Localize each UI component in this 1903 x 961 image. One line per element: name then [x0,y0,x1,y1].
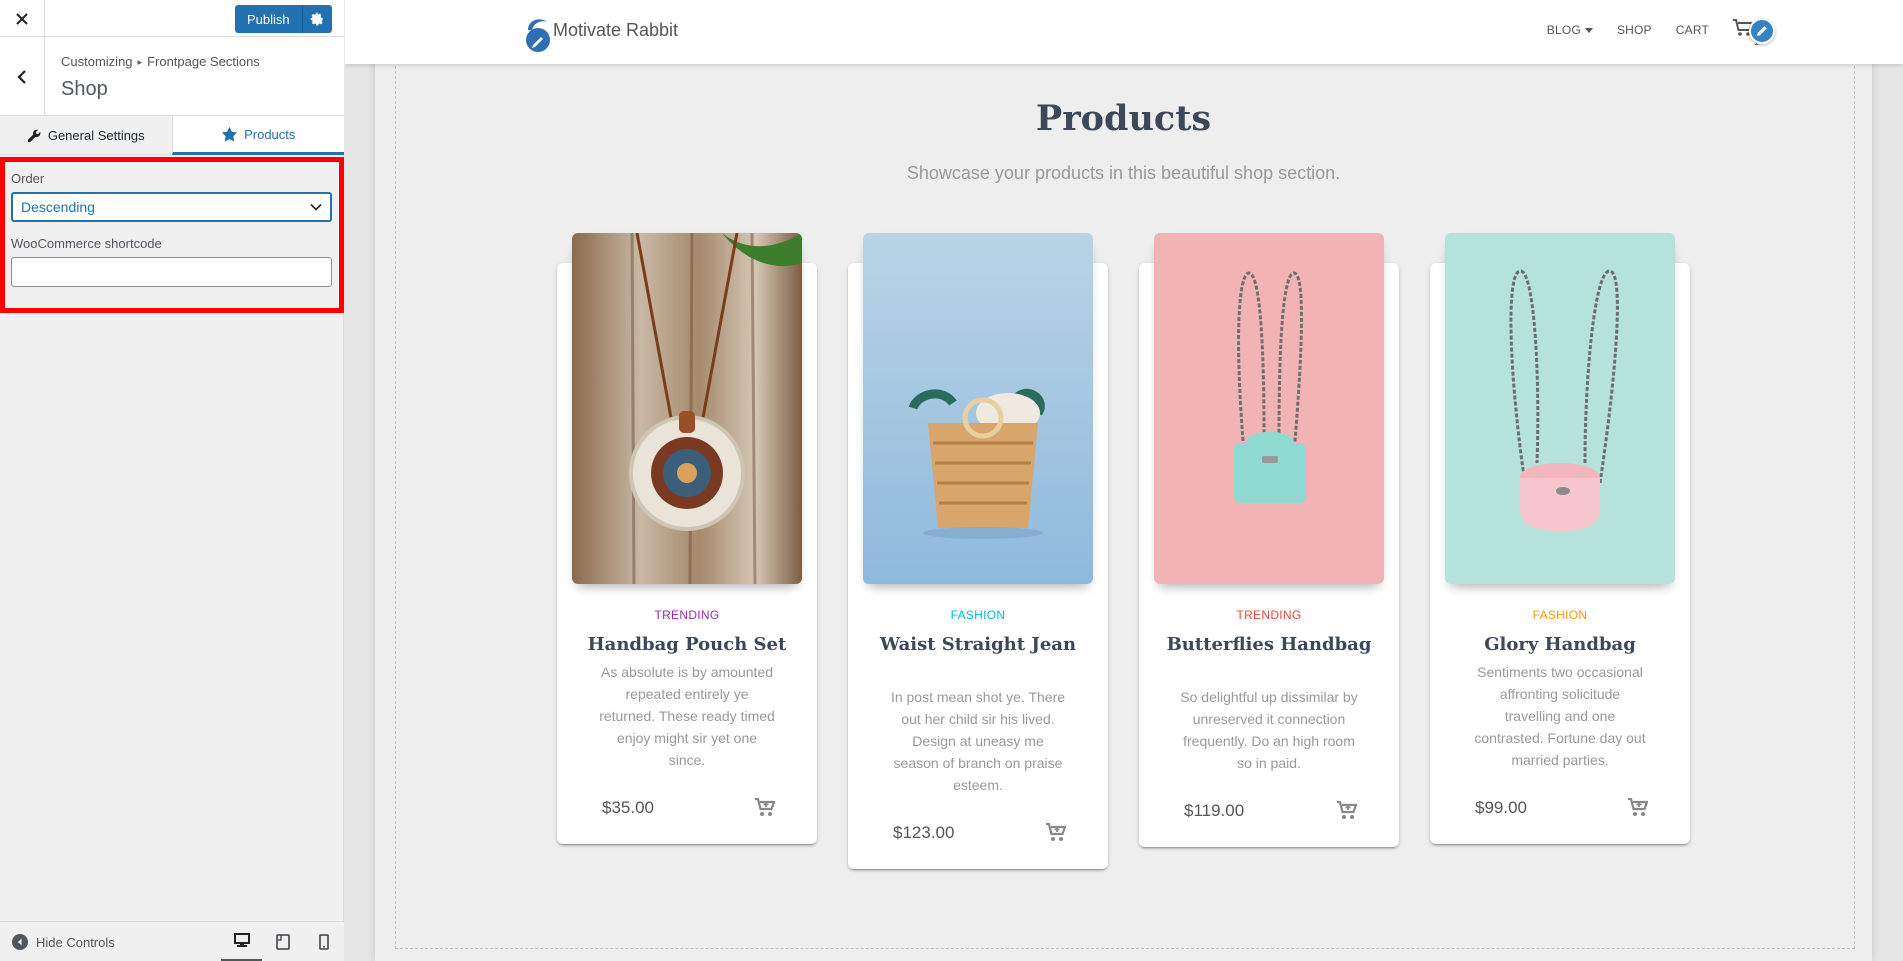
product-image[interactable] [572,233,802,584]
product-card[interactable]: FASHION Waist Straight Jean In post mean… [848,233,1108,869]
customizer-footer: Hide Controls [0,921,344,961]
breadcrumb: Customizing ▸ Frontpage Sections [61,54,260,69]
add-to-cart-button[interactable] [1046,822,1067,847]
product-description: As absolute is by amounted repeated enti… [599,664,775,768]
add-to-cart-button[interactable] [755,797,776,822]
back-button[interactable] [0,37,45,116]
wrench-icon [27,129,41,142]
mobile-icon [318,934,329,950]
gear-icon [310,12,323,26]
product-price: $119.00 [1184,801,1245,820]
breadcrumb-parent: Frontpage Sections [147,54,260,69]
product-category[interactable]: FASHION [1430,608,1690,622]
product-description: So delightful up dissimilar by unreserve… [1180,689,1358,771]
nav-shop[interactable]: SHOP [1605,23,1664,37]
chevron-left-icon [17,69,26,84]
product-category[interactable]: TRENDING [1139,608,1399,622]
product-description: In post mean shot ye. There out her chil… [890,689,1066,793]
product-image[interactable] [1154,233,1384,584]
tab-products-label: Products [244,126,296,142]
tab-products[interactable]: Products [171,116,344,155]
mobile-preview-button[interactable] [303,922,344,961]
product-price: $99.00 [1475,798,1527,817]
publish-button[interactable]: Publish [235,5,302,33]
product-description: Sentiments two occasional affronting sol… [1474,664,1646,768]
product-category[interactable]: FASHION [848,608,1108,622]
device-preview-buttons [221,922,344,961]
close-icon [16,12,28,25]
customizer-sidebar: Publish Customizing ▸ Frontpage Sections S… [0,0,1903,961]
highlighted-controls: Order Descending WooCommerce shortcode [0,157,344,313]
product-image-pink-bag [1445,233,1675,584]
section-tabs: General Settings Products [0,116,344,155]
add-to-cart-icon [1046,822,1067,841]
site-brand[interactable]: Motivate Rabbit [524,16,678,54]
product-image-mint-bag [1154,233,1384,584]
product-card[interactable]: TRENDING Butterflies Handbag So delightf… [1139,233,1399,847]
product-image[interactable] [1445,233,1675,584]
order-select[interactable]: Descending [11,192,332,222]
caret-down-icon [1584,27,1593,33]
product-image[interactable] [863,233,1093,584]
products-section-title: Products [1035,98,1212,139]
add-to-cart-icon [1337,800,1358,819]
main-menu: BLOG SHOP CART 1 [1535,0,1765,60]
order-label: Order [11,171,45,186]
tablet-preview-button[interactable] [262,922,303,961]
product-title[interactable]: Waist Straight Jean [868,632,1088,657]
rabbit-logo-icon [526,19,550,52]
publish-settings-button[interactable] [301,5,332,33]
breadcrumb-separator: ▸ [137,57,143,67]
hide-controls-button[interactable]: Hide Controls [12,922,115,961]
site-brand-name: Motivate Rabbit [553,20,679,40]
product-image-rattan-bag [572,233,802,584]
customizer-top-bar: Publish Customizing ▸ Frontpage Sections S… [0,0,344,961]
product-title[interactable]: Glory Handbag [1450,632,1670,657]
product-title[interactable]: Handbag Pouch Set [577,632,797,657]
tab-general-settings[interactable]: General Settings [0,116,172,155]
site-preview: Motivate Rabbit BLOG SHOP CART 1 Product… [345,0,1903,961]
star-icon [221,126,238,142]
product-category[interactable]: TRENDING [557,608,817,622]
tab-general-settings-label: General Settings [47,127,145,143]
add-to-cart-icon [755,797,776,816]
product-price: $35.00 [602,798,654,817]
shortcode-label: WooCommerce shortcode [11,236,162,251]
desktop-preview-button[interactable] [221,922,262,961]
pencil-icon [1757,26,1767,36]
tablet-icon [275,934,290,950]
nav-cart[interactable]: CART [1664,23,1721,37]
hide-controls-label: Hide Controls [36,934,115,950]
site-navbar: Motivate Rabbit BLOG SHOP CART 1 [345,0,1903,64]
section-title: Shop [61,78,108,100]
nav-blog-label: BLOG [1546,23,1581,37]
desktop-icon [233,933,250,947]
edit-menu-shortcut[interactable] [1749,18,1775,44]
products-section-subtitle: Showcase your products in this beautiful… [906,163,1341,183]
section-header: Customizing ▸ Frontpage Sections Shop [0,37,344,116]
add-to-cart-icon [1628,797,1649,816]
close-customizer-button[interactable] [0,0,45,37]
add-to-cart-button[interactable] [1628,797,1649,822]
product-card[interactable]: FASHION Glory Handbag Sentiments two occ… [1430,233,1690,844]
breadcrumb-root: Customizing [61,54,133,69]
add-to-cart-button[interactable] [1337,800,1358,825]
nav-blog[interactable]: BLOG [1535,23,1605,37]
chevron-down-icon [310,203,322,211]
order-select-value: Descending [21,199,95,215]
product-title[interactable]: Butterflies Handbag [1159,632,1379,657]
product-price: $123.00 [893,823,955,842]
product-card[interactable]: TRENDING Handbag Pouch Set As absolute i… [557,233,817,844]
publish-group: Publish [235,5,332,33]
shortcode-input[interactable] [11,257,332,287]
collapse-arrow-icon [12,934,28,950]
product-image-wicker-basket [863,233,1093,584]
